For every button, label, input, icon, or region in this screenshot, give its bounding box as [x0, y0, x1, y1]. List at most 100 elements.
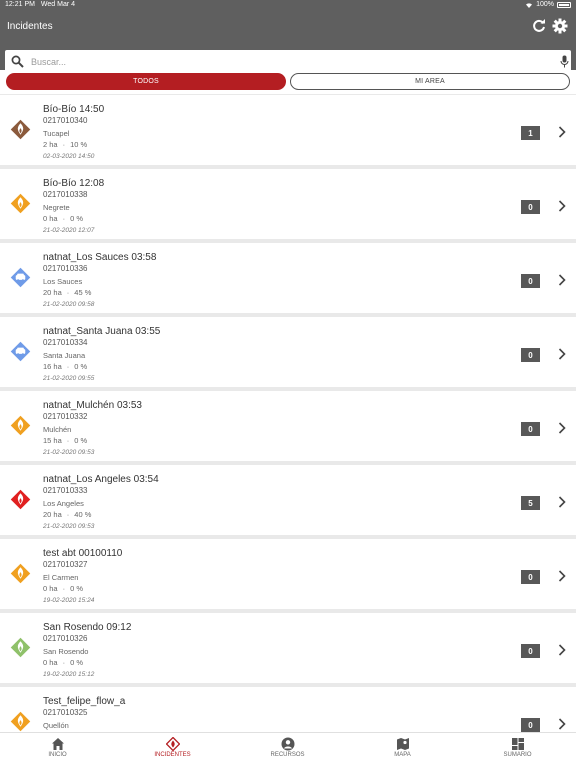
incident-place: San Rosendo: [43, 647, 89, 656]
search-icon: [11, 55, 24, 68]
separator-dot: ·: [62, 584, 66, 593]
incident-area: 0 ha: [43, 584, 58, 593]
vehicle-icon: [10, 267, 31, 288]
incident-date: 02-03-2020 14:50: [43, 153, 95, 160]
incident-stats: 20 ha · 45 %: [43, 288, 91, 297]
tab-recursos[interactable]: RECURSOS: [230, 733, 345, 768]
incident-place: Los Angeles: [43, 499, 84, 508]
incident-row[interactable]: natnat_Mulchén 03:53 0217010332 Mulchén …: [0, 391, 576, 461]
incident-name: Bío-Bío 14:50: [43, 104, 105, 115]
status-date: Wed Mar 4: [40, 1, 76, 8]
incident-place: El Carmen: [43, 573, 79, 582]
incident-code: 0217010340: [43, 116, 88, 125]
dashboard-icon: [511, 738, 524, 750]
incident-count-badge: 5: [521, 496, 540, 510]
incident-area: 15 ha: [43, 436, 62, 445]
incident-place: Santa Juana: [43, 351, 86, 360]
incident-area: 20 ha: [43, 510, 62, 519]
status-time: 12:21 PM: [5, 1, 35, 8]
tab-label: INICIO: [48, 752, 67, 758]
incident-count-badge: 0: [521, 422, 540, 436]
incident-stats: 15 ha · 0 %: [43, 436, 87, 445]
incident-row[interactable]: natnat_Los Sauces 03:58 0217010336 Los S…: [0, 243, 576, 313]
fire-icon: [10, 637, 31, 658]
tab-label: MAPA: [394, 752, 411, 758]
tab-label: SUMARIO: [503, 752, 532, 758]
map-icon: [396, 738, 409, 750]
incident-date: 21-02-2020 12:07: [43, 227, 95, 234]
refresh-icon[interactable]: [531, 18, 547, 34]
incident-percent: 0 %: [70, 584, 84, 593]
incident-area: 20 ha: [43, 288, 62, 297]
tab-label: INCIDENTES: [154, 752, 191, 758]
incident-row[interactable]: San Rosendo 09:12 0217010326 San Rosendo…: [0, 613, 576, 683]
fire-icon: [10, 415, 31, 436]
separator-dot: ·: [62, 214, 66, 223]
tab-inicio[interactable]: INICIO: [0, 733, 115, 768]
incident-name: natnat_Mulchén 03:53: [43, 400, 142, 411]
vehicle-icon: [10, 341, 31, 362]
incident-stats: 0 ha · 0 %: [43, 658, 83, 667]
tab-bar: INICIO INCIDENTES RECURSOS MAPA SUMARIO: [0, 732, 576, 768]
fire-icon: [165, 737, 180, 751]
fire-icon: [10, 563, 31, 584]
incident-name: natnat_Los Sauces 03:58: [43, 252, 157, 263]
tab-sumario[interactable]: SUMARIO: [460, 733, 575, 768]
incident-percent: 0 %: [70, 214, 84, 223]
battery-percent: 100%: [536, 1, 554, 8]
fire-icon: [10, 193, 31, 214]
fire-icon: [10, 711, 31, 732]
incident-stats: 16 ha · 0 %: [43, 362, 87, 371]
chevron-right-icon: [558, 718, 566, 730]
incident-code: 0217010333: [43, 486, 88, 495]
incident-percent: 10 %: [70, 140, 88, 149]
status-bar: 12:21 PM Wed Mar 4 100%: [0, 0, 576, 10]
chevron-right-icon: [558, 422, 566, 434]
incident-stats: 20 ha · 40 %: [43, 510, 91, 519]
separator-dot: ·: [66, 288, 70, 297]
tab-mapa[interactable]: MAPA: [345, 733, 460, 768]
incident-percent: 0 %: [74, 362, 88, 371]
incident-place: Tucapel: [43, 129, 70, 138]
separator-dot: ·: [62, 658, 66, 667]
chevron-right-icon: [558, 126, 566, 138]
gear-icon[interactable]: [552, 18, 568, 34]
incident-row[interactable]: Bío-Bío 12:08 0217010338 Negrete 0 ha · 0 …: [0, 169, 576, 239]
incident-count-badge: 0: [521, 274, 540, 288]
chevron-right-icon: [558, 570, 566, 582]
incident-row[interactable]: Bío-Bío 14:50 0217010340 Tucapel 2 ha · 10…: [0, 95, 576, 165]
incident-code: 0217010332: [43, 412, 88, 421]
incident-row[interactable]: natnat_Los Angeles 03:54 0217010333 Los …: [0, 465, 576, 535]
incident-count-badge: 0: [521, 718, 540, 732]
incident-code: 0217010327: [43, 560, 88, 569]
separator-dot: ·: [66, 362, 70, 371]
search-input[interactable]: [31, 53, 531, 71]
incident-row[interactable]: test abt 00100110 0217010327 El Carmen 0…: [0, 539, 576, 609]
incident-date: 21-02-2020 09:53: [43, 449, 95, 456]
incident-name: natnat_Los Angeles 03:54: [43, 474, 159, 485]
incident-code: 0217010325: [43, 708, 88, 717]
filter-segmented-control: TODOS MI AREA: [0, 70, 576, 94]
incident-name: Test_felipe_flow_a: [43, 696, 126, 707]
microphone-icon[interactable]: [560, 55, 569, 68]
segment-todos[interactable]: TODOS: [6, 73, 286, 90]
incident-list[interactable]: Bío-Bío 14:50 0217010340 Tucapel 2 ha · 10…: [0, 94, 576, 732]
incident-count-badge: 0: [521, 348, 540, 362]
chevron-right-icon: [558, 200, 566, 212]
incident-stats: 2 ha · 10 %: [43, 140, 87, 149]
incident-count-badge: 0: [521, 200, 540, 214]
fire-icon: [10, 119, 31, 140]
incident-name: test abt 00100110: [43, 548, 123, 559]
incident-date: 19-02-2020 15:12: [43, 671, 95, 678]
incident-area: 0 ha: [43, 214, 58, 223]
incident-row[interactable]: natnat_Santa Juana 03:55 0217010334 Sant…: [0, 317, 576, 387]
status-left: 12:21 PM Wed Mar 4: [5, 1, 79, 8]
segment-mi-area[interactable]: MI AREA: [290, 73, 570, 90]
chevron-right-icon: [558, 496, 566, 508]
person-icon: [281, 737, 294, 751]
status-right: 100%: [525, 1, 571, 8]
incident-area: 2 ha: [43, 140, 58, 149]
incident-row[interactable]: Test_felipe_flow_a 0217010325 Quellón · …: [0, 687, 576, 732]
tab-incidentes[interactable]: INCIDENTES: [115, 733, 230, 768]
separator-dot: ·: [62, 140, 66, 149]
